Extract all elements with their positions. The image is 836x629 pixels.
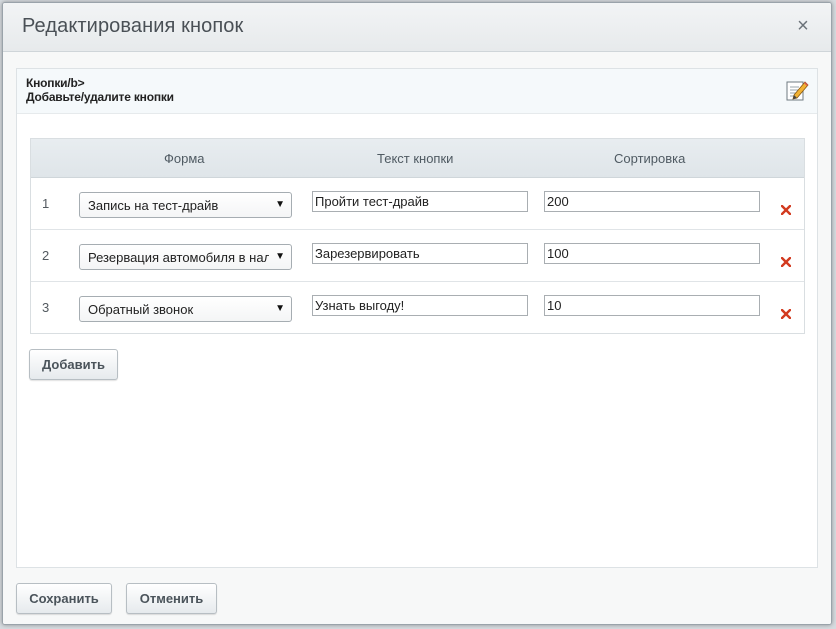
dialog-footer: Сохранить Отменить	[3, 572, 831, 624]
row-number: 1	[42, 196, 50, 211]
dropdown-arrow-icon: ▼	[275, 303, 285, 314]
header-sort: Сортировка	[614, 151, 686, 166]
button-text-input[interactable]	[312, 191, 528, 212]
close-icon[interactable]: ×	[793, 16, 813, 36]
dialog-title: Редактирования кнопок	[22, 15, 244, 37]
cancel-button[interactable]: Отменить	[126, 583, 217, 614]
form-select[interactable]: Обратный звонок ▼	[79, 296, 292, 322]
table-row: 1 Запись на тест-драйв ▼	[31, 178, 804, 230]
edit-pencil-icon[interactable]	[785, 78, 809, 102]
sort-input[interactable]	[544, 295, 760, 316]
button-text-input[interactable]	[312, 295, 528, 316]
form-select[interactable]: Резервация автомобиля в наличии ▼	[79, 244, 292, 270]
add-button[interactable]: Добавить	[29, 349, 118, 380]
header-form: Форма	[164, 151, 205, 166]
sort-input[interactable]	[544, 243, 760, 264]
button-text-input[interactable]	[312, 243, 528, 264]
form-select[interactable]: Запись на тест-драйв ▼	[79, 192, 292, 218]
buttons-panel: Кнопки/b> Добавьте/удалите кнопки Форма …	[16, 68, 818, 568]
form-select-value: Запись на тест-драйв	[88, 198, 219, 213]
save-button[interactable]: Сохранить	[16, 583, 112, 614]
delete-icon[interactable]	[781, 205, 791, 215]
buttons-table: Форма Текст кнопки Сортировка 1 Запись н…	[30, 138, 805, 334]
form-select-value: Обратный звонок	[88, 302, 194, 317]
row-number: 3	[42, 300, 50, 315]
dropdown-arrow-icon: ▼	[275, 199, 285, 210]
panel-title: Кнопки/b>	[26, 76, 85, 90]
delete-icon[interactable]	[781, 309, 791, 319]
delete-icon[interactable]	[781, 257, 791, 267]
panel-subtitle: Добавьте/удалите кнопки	[26, 90, 174, 104]
panel-header: Кнопки/b> Добавьте/удалите кнопки	[17, 69, 817, 114]
row-number: 2	[42, 248, 50, 263]
table-row: 3 Обратный звонок ▼	[31, 282, 804, 333]
table-header: Форма Текст кнопки Сортировка	[31, 139, 804, 178]
dialog-header: Редактирования кнопок ×	[3, 3, 831, 52]
dialog-body: Кнопки/b> Добавьте/удалите кнопки Форма …	[3, 52, 831, 572]
edit-buttons-dialog: Редактирования кнопок × Кнопки/b> Добавь…	[2, 2, 832, 625]
table-row: 2 Резервация автомобиля в наличии ▼	[31, 230, 804, 282]
form-select-value: Резервация автомобиля в наличии	[88, 250, 269, 265]
sort-input[interactable]	[544, 191, 760, 212]
dropdown-arrow-icon: ▼	[275, 251, 285, 262]
header-button-text: Текст кнопки	[377, 151, 454, 166]
